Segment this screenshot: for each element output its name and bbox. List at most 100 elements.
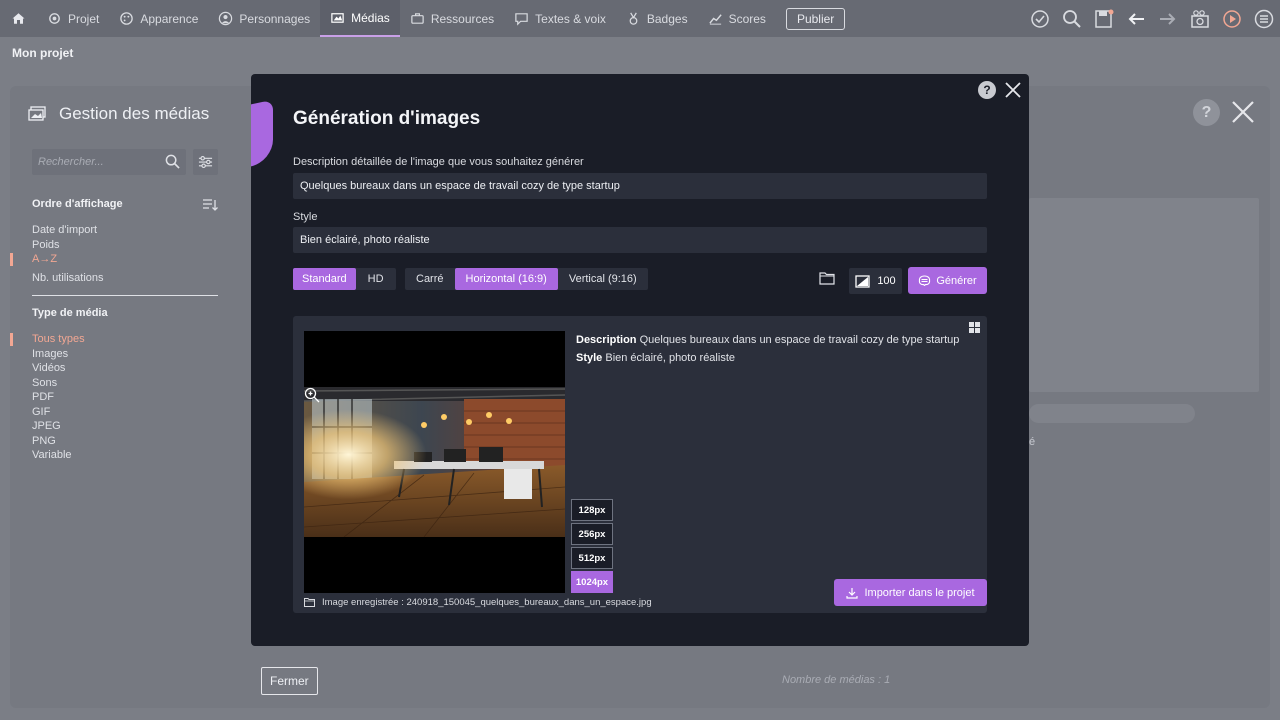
save-icon[interactable] <box>1094 9 1114 29</box>
dialog-close-icon[interactable] <box>1004 81 1022 99</box>
search-placeholder: Rechercher... <box>38 156 104 168</box>
nav-badges-label: Badges <box>646 11 688 26</box>
nav-projet-label: Projet <box>68 11 100 26</box>
type-item-images[interactable]: Images <box>32 347 85 362</box>
camera-icon[interactable] <box>1190 9 1210 29</box>
format-square-option[interactable]: Carré <box>405 268 455 290</box>
search-icon <box>165 154 180 169</box>
media-icon <box>331 13 344 23</box>
check-icon[interactable] <box>1030 9 1050 29</box>
media-count: Nombre de médias : 1 <box>782 674 891 686</box>
result-style-key: Style <box>576 352 603 364</box>
media-preview-area <box>1029 198 1259 392</box>
style-label: Style <box>293 211 318 223</box>
menu-icon[interactable] <box>1254 9 1274 29</box>
user-icon <box>219 11 233 26</box>
type-item-png[interactable]: PNG <box>32 434 85 449</box>
nav-personnages[interactable]: Personnages <box>208 0 320 37</box>
import-button[interactable]: Importer dans le projet <box>834 579 987 606</box>
type-item-jpeg[interactable]: JPEG <box>32 419 85 434</box>
nav-scores-label: Scores <box>728 11 766 26</box>
search-icon[interactable] <box>1062 9 1082 29</box>
type-item-gif[interactable]: GIF <box>32 405 85 420</box>
quantity-field[interactable]: 100 <box>849 268 902 294</box>
generation-result-card: Description Quelques bureaux dans un esp… <box>293 316 987 613</box>
search-input[interactable]: Rechercher... <box>32 149 186 175</box>
quality-selector: Standard HD <box>293 268 396 290</box>
generate-button[interactable]: Générer <box>908 267 987 294</box>
briefcase-icon <box>411 13 424 24</box>
type-heading: Type de média <box>32 307 108 319</box>
nav-ressources[interactable]: Ressources <box>400 0 504 37</box>
format-horizontal-option[interactable]: Horizontal (16:9) <box>454 268 558 290</box>
nav-projet[interactable]: Projet <box>37 0 109 37</box>
result-description-text: Quelques bureaux dans un espace de trava… <box>639 334 960 346</box>
description-input[interactable]: Quelques bureaux dans un espace de trava… <box>293 173 987 199</box>
sort-icon[interactable] <box>202 198 218 212</box>
size-256-button[interactable]: 256px <box>571 523 613 545</box>
image-generation-dialog: ? Génération d'images Description détail… <box>251 74 1029 646</box>
style-input[interactable]: Bien éclairé, photo réaliste <box>293 227 987 253</box>
download-icon <box>846 587 859 599</box>
chat-icon <box>515 13 528 26</box>
generated-image-frame[interactable] <box>304 331 565 593</box>
palette-icon <box>120 12 134 25</box>
quality-standard-option[interactable]: Standard <box>293 268 356 290</box>
order-selected-indicator <box>10 253 13 266</box>
size-1024-button[interactable]: 1024px <box>571 571 613 593</box>
order-item-date[interactable]: Date d'import <box>32 223 104 238</box>
grid-view-icon[interactable] <box>969 322 980 333</box>
result-description: Description Quelques bureaux dans un esp… <box>576 331 959 367</box>
nav-medias[interactable]: Médias <box>320 0 400 37</box>
type-item-variable[interactable]: Variable <box>32 448 85 463</box>
nav-apparence[interactable]: Apparence <box>109 0 208 37</box>
size-selector: 128px 256px 512px 1024px <box>571 499 613 593</box>
close-button[interactable]: Fermer <box>261 667 318 695</box>
folder-icon[interactable] <box>819 271 835 285</box>
redo-icon[interactable] <box>1158 9 1178 29</box>
chart-icon <box>708 14 722 25</box>
publish-button[interactable]: Publier <box>785 7 846 30</box>
size-128-button[interactable]: 128px <box>571 499 613 521</box>
size-512-button[interactable]: 512px <box>571 547 613 569</box>
type-item-all[interactable]: Tous types <box>32 332 85 347</box>
filter-button[interactable] <box>193 149 218 175</box>
home-icon <box>12 13 25 24</box>
generate-label: Générer <box>936 274 977 287</box>
nav-apparence-label: Apparence <box>140 11 199 26</box>
play-icon[interactable] <box>1222 9 1242 29</box>
dialog-help-button[interactable]: ? <box>978 81 996 99</box>
format-vertical-option[interactable]: Vertical (9:16) <box>558 268 648 290</box>
quality-hd-option[interactable]: HD <box>356 268 396 290</box>
order-item-alpha[interactable]: A→Z <box>32 252 104 267</box>
media-info-text: é <box>1029 436 1036 448</box>
panel-help-button[interactable]: ? <box>1193 99 1220 126</box>
media-info-bar <box>1029 404 1195 423</box>
toolbar-actions <box>1030 0 1274 37</box>
result-description-key: Description <box>576 334 637 346</box>
quantity-value: 100 <box>877 275 896 287</box>
media-icon <box>28 106 46 121</box>
folder-icon <box>304 598 315 607</box>
type-item-sons[interactable]: Sons <box>32 376 85 391</box>
format-selector: Carré Horizontal (16:9) Vertical (9:16) <box>405 268 648 290</box>
home-button[interactable] <box>0 0 37 37</box>
undo-icon[interactable] <box>1126 9 1146 29</box>
type-item-pdf[interactable]: PDF <box>32 390 85 405</box>
panel-title-label: Gestion des médias <box>59 104 210 123</box>
nav-scores[interactable]: Scores <box>698 0 776 37</box>
nav-badges[interactable]: Badges <box>616 0 698 37</box>
nav-ressources-label: Ressources <box>430 11 495 26</box>
order-item-usage[interactable]: Nb. utilisations <box>32 271 104 286</box>
panel-close-icon[interactable] <box>1230 99 1256 125</box>
nav-medias-label: Médias <box>351 10 390 25</box>
brain-icon <box>919 275 931 286</box>
sliders-icon <box>198 156 213 168</box>
gear-icon <box>49 13 60 24</box>
nav-textes-voix[interactable]: Textes & voix <box>504 0 616 37</box>
type-selected-indicator <box>10 333 13 346</box>
order-item-poids[interactable]: Poids <box>32 238 104 253</box>
zoom-icon[interactable] <box>304 387 320 403</box>
nav-personnages-label: Personnages <box>239 11 311 26</box>
type-item-videos[interactable]: Vidéos <box>32 361 85 376</box>
